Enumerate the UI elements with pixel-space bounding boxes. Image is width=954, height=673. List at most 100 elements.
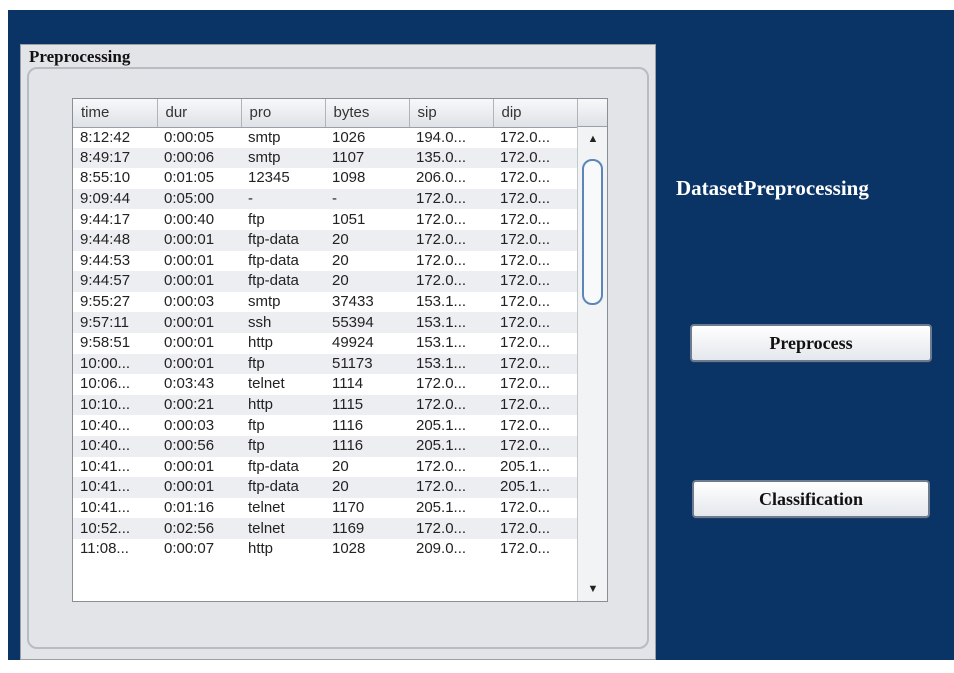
table-cell-dip[interactable]: 205.1... xyxy=(493,477,579,498)
table-cell-dur[interactable]: 0:00:03 xyxy=(157,292,241,313)
table-cell-bytes[interactable]: 1116 xyxy=(325,435,409,457)
table-cell-dur[interactable]: 0:00:06 xyxy=(157,147,241,169)
table-cell-bytes[interactable]: 1116 xyxy=(325,415,409,436)
table-cell-sip[interactable]: 172.0... xyxy=(409,251,493,272)
table-cell-bytes[interactable]: 55394 xyxy=(325,312,409,333)
table-row[interactable]: 10:10... 0:00:21 http 1115 172.0... 172.0... xyxy=(73,394,579,416)
table-cell-pro[interactable]: http xyxy=(241,333,325,354)
table-cell-bytes[interactable]: 20 xyxy=(325,271,409,292)
table-cell-pro[interactable]: telnet xyxy=(241,518,325,539)
table-cell-pro[interactable]: smtp xyxy=(241,292,325,313)
table-cell-bytes[interactable]: 1114 xyxy=(325,374,409,395)
table-cell-dip[interactable]: 172.0... xyxy=(493,518,579,539)
table-cell-time[interactable]: 10:40... xyxy=(73,415,157,436)
table-cell-time[interactable]: 8:12:42 xyxy=(73,127,157,148)
table-cell-time[interactable]: 9:55:27 xyxy=(73,292,157,313)
table-cell-bytes[interactable]: 20 xyxy=(325,477,409,498)
table-cell-pro[interactable]: ftp-data xyxy=(241,457,325,478)
table-cell-sip[interactable]: 172.0... xyxy=(409,229,493,251)
table-cell-sip[interactable]: 205.1... xyxy=(409,415,493,436)
table-cell-sip[interactable]: 153.1... xyxy=(409,333,493,354)
table-cell-pro[interactable]: ftp-data xyxy=(241,251,325,272)
data-table[interactable]: time dur pro bytes sip dip 8:12:42 0:00:05 smtp… xyxy=(73,99,580,559)
table-cell-dip[interactable]: 172.0... xyxy=(493,147,579,169)
table-cell-dur[interactable]: 0:00:01 xyxy=(157,312,241,333)
table-row[interactable]: 10:40... 0:00:03 ftp 1116 205.1... 172.0... xyxy=(73,415,579,436)
table-cell-pro[interactable]: telnet xyxy=(241,374,325,395)
column-header-dip[interactable]: dip xyxy=(493,99,580,128)
table-cell-time[interactable]: 8:55:10 xyxy=(73,168,157,189)
table-cell-dur[interactable]: 0:00:01 xyxy=(157,229,241,251)
table-cell-time[interactable]: 10:41... xyxy=(73,457,157,478)
table-cell-dur[interactable]: 0:00:01 xyxy=(157,333,241,354)
classification-button[interactable]: Classification xyxy=(692,480,930,518)
table-cell-bytes[interactable]: - xyxy=(325,188,409,210)
table-cell-pro[interactable]: ftp xyxy=(241,435,325,457)
table-cell-bytes[interactable]: 1169 xyxy=(325,518,409,539)
table-cell-bytes[interactable]: 1107 xyxy=(325,147,409,169)
table-cell-time[interactable]: 10:52... xyxy=(73,518,157,539)
table-cell-time[interactable]: 10:41... xyxy=(73,498,157,519)
table-cell-time[interactable]: 9:57:11 xyxy=(73,312,157,333)
table-cell-pro[interactable]: - xyxy=(241,188,325,210)
table-cell-pro[interactable]: ftp-data xyxy=(241,271,325,292)
table-cell-sip[interactable]: 209.0... xyxy=(409,539,493,560)
table-cell-time[interactable]: 9:09:44 xyxy=(73,188,157,210)
table-cell-dip[interactable]: 172.0... xyxy=(493,127,579,148)
table-cell-sip[interactable]: 172.0... xyxy=(409,518,493,539)
table-cell-dur[interactable]: 0:00:07 xyxy=(157,539,241,560)
table-cell-sip[interactable]: 135.0... xyxy=(409,147,493,169)
table-cell-dur[interactable]: 0:01:16 xyxy=(157,498,241,519)
table-cell-time[interactable]: 10:00... xyxy=(73,353,157,375)
table-cell-dip[interactable]: 172.0... xyxy=(493,168,579,189)
table-cell-dip[interactable]: 172.0... xyxy=(493,312,579,333)
table-cell-dip[interactable]: 172.0... xyxy=(493,251,579,272)
table-cell-time[interactable]: 9:44:48 xyxy=(73,229,157,251)
table-cell-dur[interactable]: 0:00:01 xyxy=(157,353,241,375)
table-cell-bytes[interactable]: 20 xyxy=(325,251,409,272)
table-cell-dip[interactable]: 205.1... xyxy=(493,457,579,478)
table-cell-time[interactable]: 8:49:17 xyxy=(73,147,157,169)
column-header-dur[interactable]: dur xyxy=(157,99,242,128)
table-cell-time[interactable]: 11:08... xyxy=(73,539,157,560)
table-row[interactable]: 9:55:27 0:00:03 smtp 37433 153.1... 172.0... xyxy=(73,292,579,313)
column-header-time[interactable]: time xyxy=(73,99,158,128)
table-row[interactable]: 10:52... 0:02:56 telnet 1169 172.0... 172.0..… xyxy=(73,518,579,539)
table-cell-time[interactable]: 10:40... xyxy=(73,435,157,457)
table-cell-pro[interactable]: http xyxy=(241,394,325,416)
table-cell-sip[interactable]: 172.0... xyxy=(409,374,493,395)
table-cell-pro[interactable]: telnet xyxy=(241,498,325,519)
data-table-scrollpane[interactable]: time dur pro bytes sip dip 8:12:42 0:00:05 smtp… xyxy=(72,98,608,602)
table-cell-time[interactable]: 9:44:17 xyxy=(73,209,157,230)
table-row[interactable]: 8:55:10 0:01:05 12345 1098 206.0... 172.0... xyxy=(73,168,579,189)
table-row[interactable]: 10:40... 0:00:56 ftp 1116 205.1... 172.0... xyxy=(73,435,579,457)
table-cell-pro[interactable]: ftp-data xyxy=(241,477,325,498)
table-cell-bytes[interactable]: 1026 xyxy=(325,127,409,148)
column-header-pro[interactable]: pro xyxy=(241,99,326,128)
table-cell-time[interactable]: 10:41... xyxy=(73,477,157,498)
table-row[interactable]: 9:58:51 0:00:01 http 49924 153.1... 172.0... xyxy=(73,333,579,354)
table-cell-sip[interactable]: 172.0... xyxy=(409,271,493,292)
column-header-bytes[interactable]: bytes xyxy=(325,99,410,128)
table-row[interactable]: 10:00... 0:00:01 ftp 51173 153.1... 172.0... xyxy=(73,353,579,375)
table-cell-dip[interactable]: 172.0... xyxy=(493,188,579,210)
table-cell-sip[interactable]: 194.0... xyxy=(409,127,493,148)
table-cell-sip[interactable]: 153.1... xyxy=(409,353,493,375)
table-row[interactable]: 11:08... 0:00:07 http 1028 209.0... 172.0... xyxy=(73,539,579,560)
table-row[interactable]: 9:57:11 0:00:01 ssh 55394 153.1... 172.0... xyxy=(73,312,579,333)
table-row[interactable]: 9:44:17 0:00:40 ftp 1051 172.0... 172.0... xyxy=(73,209,579,230)
table-cell-dur[interactable]: 0:00:05 xyxy=(157,127,241,148)
table-row[interactable]: 10:41... 0:00:01 ftp-data 20 172.0... 205.1..… xyxy=(73,477,579,498)
table-cell-pro[interactable]: ssh xyxy=(241,312,325,333)
table-row[interactable]: 10:41... 0:01:16 telnet 1170 205.1... 172.0..… xyxy=(73,498,579,519)
table-row[interactable]: 10:06... 0:03:43 telnet 1114 172.0... 172.0..… xyxy=(73,374,579,395)
table-cell-dur[interactable]: 0:00:01 xyxy=(157,251,241,272)
table-cell-time[interactable]: 9:44:57 xyxy=(73,271,157,292)
table-row[interactable]: 9:44:53 0:00:01 ftp-data 20 172.0... 172.0... xyxy=(73,251,579,272)
table-cell-dur[interactable]: 0:03:43 xyxy=(157,374,241,395)
table-cell-dur[interactable]: 0:00:01 xyxy=(157,271,241,292)
vertical-scrollbar[interactable]: ▲ ▼ xyxy=(577,127,607,601)
table-cell-dip[interactable]: 172.0... xyxy=(493,415,579,436)
table-cell-pro[interactable]: ftp xyxy=(241,209,325,230)
table-cell-bytes[interactable]: 20 xyxy=(325,457,409,478)
